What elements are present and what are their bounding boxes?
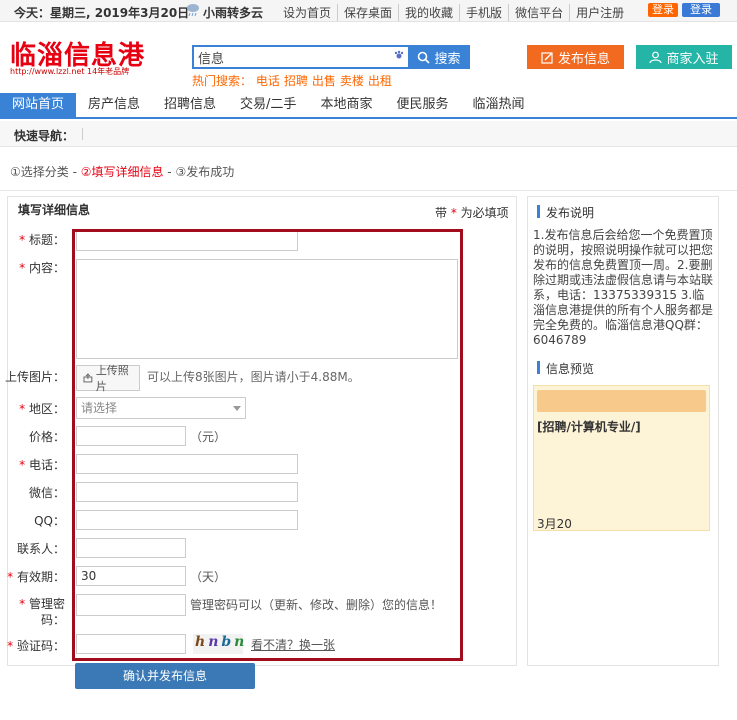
required-note: 带 * 为必填项 xyxy=(435,204,509,221)
edit-icon xyxy=(541,51,553,64)
submit-button[interactable]: 确认并发布信息 xyxy=(75,663,255,689)
step-publish-success: - ③发布成功 xyxy=(163,165,235,179)
step-select-category: ①选择分类 - xyxy=(10,165,81,179)
publish-steps: ①选择分类 - ②填写详细信息 - ③发布成功 xyxy=(10,163,234,180)
section-marker xyxy=(537,205,540,218)
hot-word-jobs[interactable]: 招聘 xyxy=(284,74,308,88)
quick-nav: 快速导航： xyxy=(0,121,737,147)
required-star: * xyxy=(19,458,26,472)
quick-nav-label: 快速导航： xyxy=(14,129,75,143)
login-button[interactable]: 登录 xyxy=(648,3,678,17)
search-icon xyxy=(418,51,431,64)
required-note-suffix: 为必填项 xyxy=(456,206,509,220)
preview-title: 信息预览 xyxy=(546,362,595,376)
title-label-text: 标题： xyxy=(28,233,65,247)
link-favorites[interactable]: 我的收藏 xyxy=(398,4,459,21)
required-note-prefix: 带 xyxy=(435,206,451,220)
divider xyxy=(0,190,737,191)
captcha-label-text: 验证码： xyxy=(16,639,65,653)
phone-label: * 电话： xyxy=(5,456,65,473)
validity-label-text: 有效期： xyxy=(16,570,65,584)
hot-search-label: 热门搜索： xyxy=(192,74,253,88)
hot-word-phone[interactable]: 电话 xyxy=(256,74,280,88)
qq-label: QQ： xyxy=(34,514,65,528)
password-label-text-b: 码： xyxy=(40,613,65,627)
search-box xyxy=(192,45,408,69)
link-wechat[interactable]: 微信平台 xyxy=(508,4,569,21)
publish-notes-text: 1.发布信息后会给您一个免费置顶的说明，按照说明操作就可以把您发布的信息免费置顶… xyxy=(533,228,714,347)
top-links: 设为首页 保存桌面 我的收藏 手机版 微信平台 用户注册 xyxy=(277,4,630,21)
section-marker xyxy=(537,361,540,374)
link-register[interactable]: 用户注册 xyxy=(569,4,630,21)
preview-date: 3月20 xyxy=(537,517,572,531)
divider xyxy=(82,128,83,140)
link-mobile[interactable]: 手机版 xyxy=(459,4,508,21)
qq-login-button[interactable]: 登录 xyxy=(682,3,720,17)
form-title: 填写详细信息 xyxy=(18,203,91,217)
nav-item-home[interactable]: 网站首页 xyxy=(0,93,77,117)
captcha-label: * 验证码： xyxy=(5,637,65,654)
merchant-join-label: 商家入驻 xyxy=(666,51,719,67)
content-label-text: 内容： xyxy=(28,261,65,275)
search-input[interactable] xyxy=(194,47,384,67)
link-set-homepage[interactable]: 设为首页 xyxy=(277,4,337,21)
contact-label: 联系人： xyxy=(16,542,65,556)
password-label-text-a: 管理密 xyxy=(28,597,65,611)
content-label: * 内容： xyxy=(5,259,65,276)
hot-word-house[interactable]: 卖楼 xyxy=(340,74,364,88)
site-logo-subtitle: http://www.lzzl.net 14年老品牌 xyxy=(10,67,130,76)
search-button-label: 搜索 xyxy=(434,51,461,67)
main-nav: 网站首页 房产信息 招聘信息 交易/二手 本地商家 便民服务 临淄热闻 xyxy=(0,93,737,119)
area-label: * 地区： xyxy=(5,400,65,417)
required-star: * xyxy=(7,639,14,653)
nav-item-jobs[interactable]: 招聘信息 xyxy=(152,93,228,117)
publish-info-button[interactable]: 发布信息 xyxy=(527,45,624,69)
nav-item-housing[interactable]: 房产信息 xyxy=(76,93,152,117)
hot-search: 热门搜索： 电话 招聘 出售 卖楼 出租 xyxy=(192,72,396,89)
wechat-label: 微信： xyxy=(28,486,65,500)
hot-word-rent[interactable]: 出租 xyxy=(368,74,392,88)
validity-label: * 有效期： xyxy=(5,568,65,585)
publish-notes-title: 发布说明 xyxy=(546,206,595,220)
weather-rain-icon xyxy=(187,4,199,17)
hot-word-sale[interactable]: 出售 xyxy=(312,74,336,88)
step-fill-details: ②填写详细信息 xyxy=(80,165,164,179)
required-star: * xyxy=(19,261,26,275)
password-label: * 管理密码： xyxy=(5,596,65,628)
required-star: * xyxy=(19,597,26,611)
upload-label: 上传图片： xyxy=(5,370,66,384)
highlight-box xyxy=(72,229,463,661)
nav-item-news[interactable]: 临淄热闻 xyxy=(460,93,536,117)
current-date: 今天：星期三, 2019年3月20日 xyxy=(14,6,190,20)
publish-info-label: 发布信息 xyxy=(557,51,610,67)
preview-header-bar xyxy=(537,390,706,412)
price-label: 价格： xyxy=(28,430,65,444)
top-bar: 今天：星期三, 2019年3月20日 小雨转多云 设为首页 保存桌面 我的收藏 … xyxy=(0,0,737,22)
weather-text: 小雨转多云 xyxy=(203,6,264,20)
phone-label-text: 电话： xyxy=(28,458,65,472)
nav-item-trade[interactable]: 交易/二手 xyxy=(228,93,308,117)
title-label: * 标题： xyxy=(5,231,65,248)
area-label-text: 地区： xyxy=(28,402,65,416)
user-icon xyxy=(649,51,663,63)
preview-text: [招聘/计算机专业/] xyxy=(537,420,641,434)
nav-item-merchants[interactable]: 本地商家 xyxy=(308,93,384,117)
link-save-desktop[interactable]: 保存桌面 xyxy=(337,4,398,21)
required-star: * xyxy=(7,570,14,584)
merchant-join-button[interactable]: 商家入驻 xyxy=(636,45,732,69)
required-star: * xyxy=(19,233,26,247)
required-star: * xyxy=(19,402,26,416)
nav-item-services[interactable]: 便民服务 xyxy=(384,93,460,117)
search-button[interactable]: 搜索 xyxy=(408,45,470,69)
paw-icon xyxy=(394,50,404,59)
